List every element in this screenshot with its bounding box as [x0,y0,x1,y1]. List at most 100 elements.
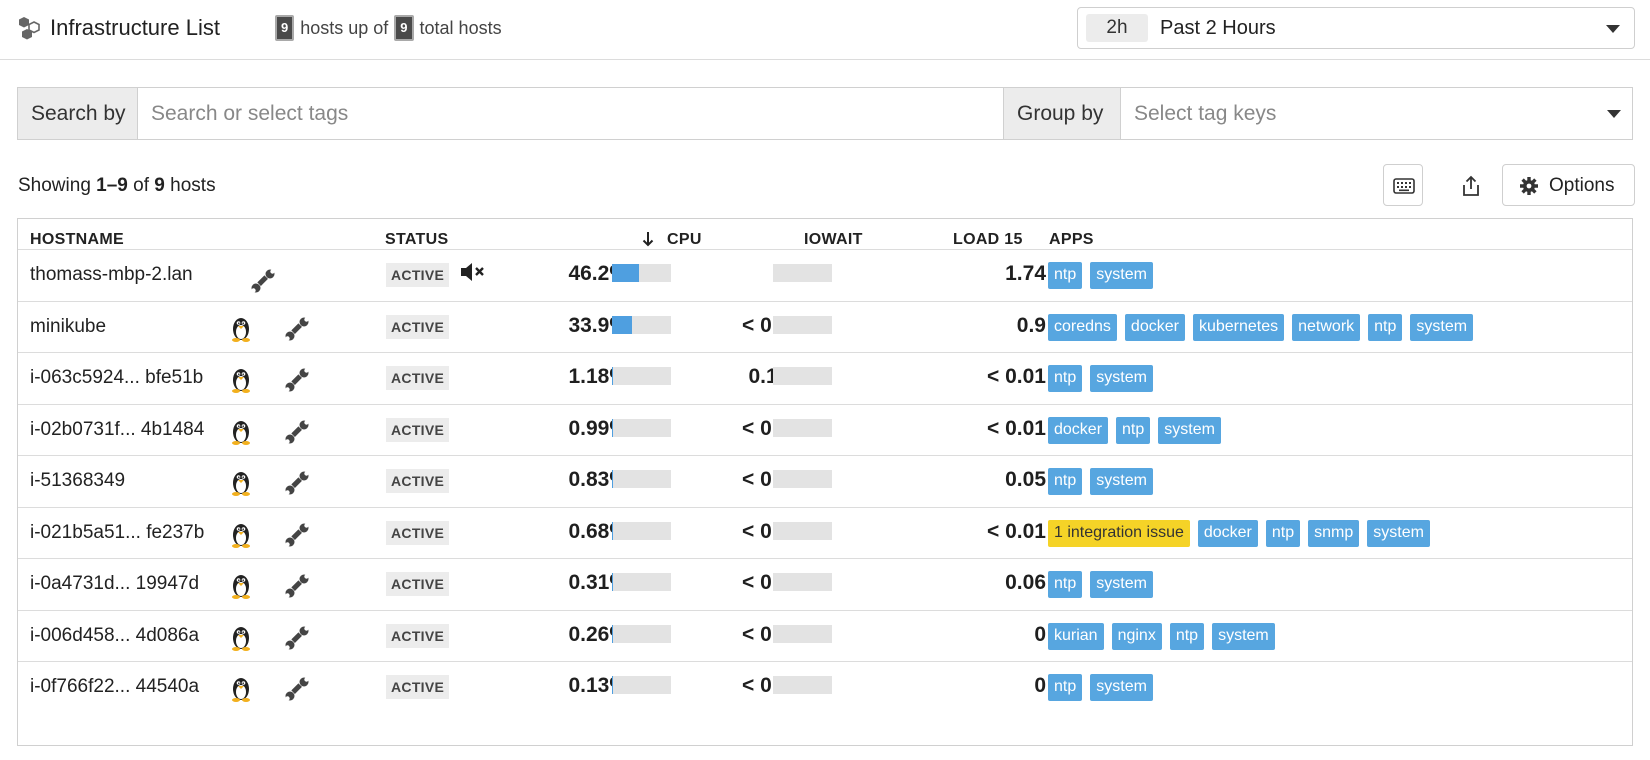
table-row[interactable]: i-02b0731f... 4b1484ACTIVE0.99%< 0.1%< 0… [18,403,1632,457]
table-row[interactable]: i-063c5924... bfe51bACTIVE1.18%0.13%< 0.… [18,352,1632,405]
hostname-cell[interactable]: minikube [30,316,106,338]
wrench-icon[interactable] [284,367,310,393]
export-button[interactable] [1450,164,1490,206]
app-tag[interactable]: ntp [1368,313,1403,341]
wrench-icon[interactable] [284,522,310,548]
keyboard-shortcuts-button[interactable] [1383,164,1423,206]
hostname-cell[interactable]: i-0a4731d... 19947d [30,573,199,595]
cpu-bar-fill [612,418,614,437]
hostname-cell[interactable]: i-51368349 [30,470,125,492]
cpu-bar [612,264,671,282]
cpu-bar-fill [612,470,614,488]
infrastructure-logo-icon [19,17,40,40]
chevron-down-icon [1607,110,1621,118]
status-badge: ACTIVE [386,314,450,339]
hostname-cell[interactable]: i-006d458... 4d086a [30,625,199,647]
options-button[interactable]: Options [1502,164,1635,206]
app-tag[interactable]: system [1090,262,1153,289]
table-row[interactable]: minikubeACTIVE33.9%< 0.1%0.9corednsdocke… [18,300,1632,354]
apps-list: docker ntp system [1048,416,1221,444]
app-tag[interactable]: nginx [1111,622,1162,650]
load15-column-header[interactable]: LOAD 15 [953,231,1023,249]
app-tag[interactable]: docker [1048,416,1109,444]
table-row[interactable]: i-021b5a51... fe237bACTIVE0.68%< 0.1%< 0… [18,506,1632,560]
wrench-icon[interactable] [284,676,310,702]
app-tag[interactable]: ntp [1169,622,1205,650]
iowait-column-header[interactable]: IOWAIT [804,231,863,249]
table-row[interactable]: i-0a4731d... 19947dACTIVE0.31%< 0.1%0.06… [18,558,1632,611]
status-column-header[interactable]: STATUS [385,231,448,249]
cpu-value: 0.83% [568,468,628,491]
app-tag[interactable]: ntp [1265,519,1301,547]
app-tag[interactable]: ntp [1048,571,1083,598]
app-tag[interactable]: system [1090,365,1153,392]
chevron-down-icon [1606,25,1620,33]
cpu-column-header[interactable]: CPU [667,231,702,249]
apps-list: ntp system [1048,674,1153,701]
app-tag[interactable]: kubernetes [1192,313,1285,341]
cpu-bar [612,418,671,437]
apps-list: coredns docker kubernetes network ntp system [1048,313,1474,341]
wrench-icon[interactable] [284,470,310,496]
hosts-up-text: hosts up of [300,17,389,38]
wrench-icon[interactable] [250,268,276,294]
app-tag[interactable]: docker [1197,519,1258,547]
app-tag[interactable]: docker [1124,313,1185,341]
cpu-bar-fill [612,367,614,385]
cpu-bar [612,573,671,591]
app-tag[interactable]: system [1090,468,1153,495]
wrench-icon[interactable] [284,573,310,599]
tux-linux-icon [228,315,254,343]
table-row[interactable]: i-0f766f22... 44540aACTIVE0.13%< 0.1%0nt… [18,661,1632,714]
app-tag[interactable]: system [1090,674,1153,701]
status-badge: ACTIVE [386,572,450,596]
cpu-bar-fill [612,315,632,334]
app-tag[interactable]: system [1410,313,1474,341]
app-tag[interactable]: coredns [1048,313,1117,341]
iowait-bar [773,367,832,385]
table-row[interactable]: thomass-mbp-2.lanACTIVE46.2%0%1.74ntpsys… [18,249,1632,302]
group-by-select[interactable]: Select tag keys [1121,88,1632,139]
hostname-cell[interactable]: i-021b5a51... fe237b [30,522,204,544]
speaker-muted-icon[interactable] [459,260,487,284]
hostname-cell[interactable]: i-02b0731f... 4b1484 [30,419,204,441]
status-badge: ACTIVE [386,263,450,287]
cpu-bar [612,470,671,488]
app-tag[interactable]: network [1292,313,1361,341]
wrench-icon[interactable] [284,625,310,651]
app-tag[interactable]: snmp [1308,519,1360,547]
integration-issue-badge[interactable]: 1 integration issue [1048,519,1190,547]
app-tag[interactable]: system [1212,622,1275,650]
app-tag[interactable]: ntp [1048,674,1083,701]
hosts-total-text: total hosts [419,17,502,38]
hostname-cell[interactable]: i-0f766f22... 44540a [30,676,199,698]
hostname-column-header[interactable]: HOSTNAME [30,231,124,249]
showing-prefix: Showing [18,175,91,196]
tux-linux-icon [228,572,254,600]
app-tag[interactable]: kurian [1048,622,1104,650]
app-tag[interactable]: system [1158,416,1221,444]
app-tag[interactable]: ntp [1048,468,1083,495]
hostname-cell[interactable]: i-063c5924... bfe51b [30,367,203,389]
table-row[interactable]: i-006d458... 4d086aACTIVE0.26%< 0.1%0kur… [18,609,1632,663]
app-tag[interactable]: ntp [1048,365,1083,392]
status-badge: ACTIVE [386,675,450,699]
wrench-icon[interactable] [284,419,310,445]
iowait-bar [773,573,832,591]
wrench-icon[interactable] [284,316,310,342]
app-tag[interactable]: ntp [1048,262,1083,289]
hostname-cell[interactable]: thomass-mbp-2.lan [30,264,193,286]
iowait-bar [773,624,832,643]
load15-value: < 0.01 [987,416,1046,440]
search-input[interactable]: Search or select tags [138,88,1003,139]
hosts-up-count: 9 [275,15,295,41]
cpu-value: 0.26% [568,622,628,646]
load15-value: < 0.01 [987,519,1046,543]
table-row[interactable]: i-51368349ACTIVE0.83%< 0.1%0.05ntpsystem [18,455,1632,508]
app-tag[interactable]: ntp [1116,416,1151,444]
hosts-summary: 9 hosts up of 9 total hosts [275,15,502,41]
app-tag[interactable]: system [1090,571,1153,598]
showing-suffix: hosts [170,175,216,196]
app-tag[interactable]: system [1367,519,1430,547]
time-range-select[interactable]: 2h Past 2 Hours [1077,7,1635,49]
